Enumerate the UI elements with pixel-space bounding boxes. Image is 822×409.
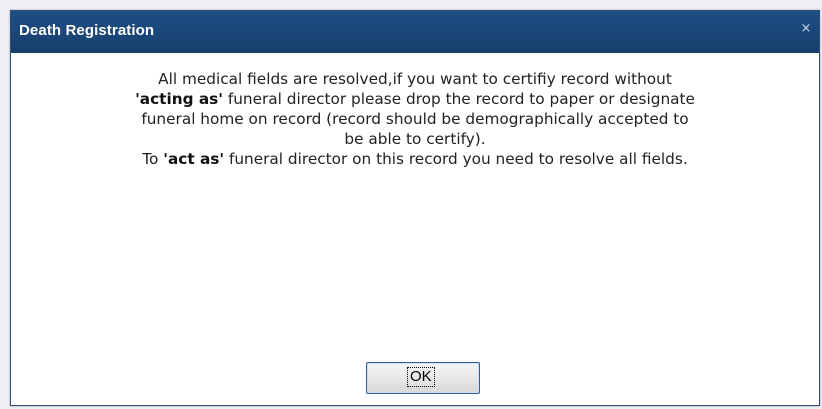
act-as-bold-text: 'act as' [163,150,225,168]
message-line-2-rest: funeral director please drop the record … [222,90,695,108]
dialog-titlebar: Death Registration × [11,11,819,53]
message-line-2: 'acting as' funeral director please drop… [21,89,809,109]
message-line-5-rest: funeral director on this record you need… [224,150,688,168]
dialog-title: Death Registration [19,22,155,39]
ok-button[interactable]: OK [366,362,480,394]
acting-as-bold-text: 'acting as' [135,90,223,108]
close-icon[interactable]: × [797,20,815,38]
message-line-5-pre: To [142,150,164,168]
message-line-4: be able to certify). [344,130,486,148]
message-line-3: funeral home on record (record should be… [141,110,689,128]
message-line-1: All medical fields are resolved,if you w… [158,70,672,88]
death-registration-dialog: Death Registration × All medical fields … [10,10,820,406]
dialog-message: All medical fields are resolved,if you w… [21,69,809,169]
ok-button-label: OK [407,367,435,387]
message-line-5: To 'act as' funeral director on this rec… [21,149,809,169]
